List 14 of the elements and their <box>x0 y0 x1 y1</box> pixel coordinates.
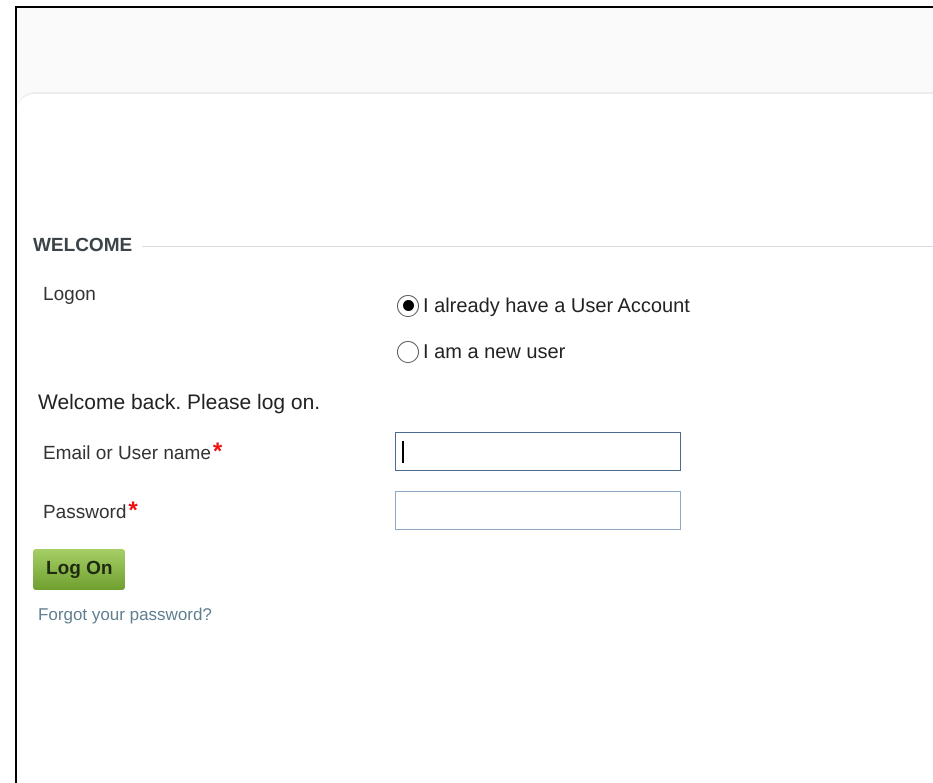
field-label: Password* <box>43 496 139 526</box>
section-title: WELCOME <box>33 234 132 258</box>
intro-text: Welcome back. Please log on. <box>38 390 322 416</box>
radio-option[interactable]: I am a new user <box>397 336 690 366</box>
radio-option[interactable]: I already have a User Account <box>397 290 690 320</box>
radio-button[interactable] <box>397 294 419 316</box>
field-label: Email or User name* <box>43 436 224 466</box>
input-field[interactable] <box>395 432 681 471</box>
text-cursor-icon <box>402 440 404 462</box>
radio-button[interactable] <box>397 340 419 362</box>
logon-label: Logon <box>43 282 97 306</box>
forgot-password-link[interactable]: Forgot your password? <box>38 604 212 624</box>
input-field[interactable] <box>395 491 681 530</box>
log-on-button[interactable]: Log On <box>33 549 126 590</box>
